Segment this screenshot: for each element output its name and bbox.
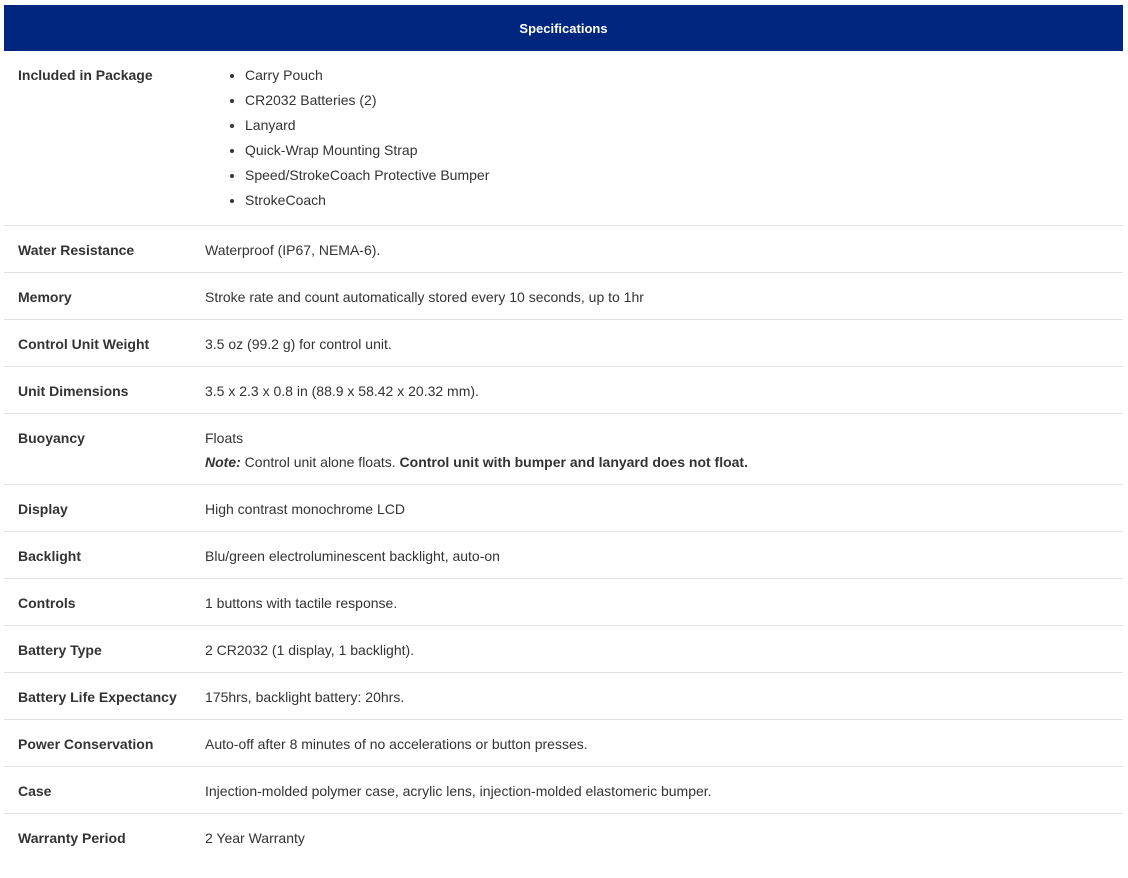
spec-value: Injection-molded polymer case, acrylic l… [205, 766, 1123, 814]
spec-label: Control Unit Weight [4, 319, 205, 367]
spec-label: Warranty Period [18, 830, 126, 846]
list-item: Carry Pouch [245, 63, 1109, 88]
note-text: Control unit alone floats. [240, 454, 400, 470]
spec-row-warranty-period: Warranty Period 2 Year Warranty [4, 814, 1123, 861]
spec-row-water-resistance: Water Resistance Waterproof (IP67, NEMA-… [4, 225, 1123, 273]
spec-row-power-conservation: Power Conservation Auto-off after 8 minu… [4, 719, 1123, 767]
spec-label: Memory [4, 272, 205, 320]
spec-label: Backlight [4, 531, 205, 579]
spec-label: Buoyancy [4, 413, 205, 485]
spec-label: Water Resistance [4, 225, 205, 273]
spec-value: Floats Note: Control unit alone floats. … [205, 413, 1123, 485]
spec-value: High contrast monochrome LCD [205, 484, 1123, 532]
package-items-list: Carry Pouch CR2032 Batteries (2) Lanyard… [205, 63, 1109, 213]
buoyancy-value: Floats [205, 430, 244, 446]
spec-value: 2 CR2032 (1 display, 1 backlight). [205, 625, 1123, 673]
spec-label: Display [4, 484, 205, 532]
spec-value: Blu/green electroluminescent backlight, … [205, 531, 1123, 579]
spec-value: Carry Pouch CR2032 Batteries (2) Lanyard… [205, 51, 1123, 226]
spec-row-included-in-package: Included in Package Carry Pouch CR2032 B… [4, 51, 1123, 226]
spec-value: Auto-off after 8 minutes of no accelerat… [205, 719, 1123, 767]
note-bold-text: Control unit with bumper and lanyard doe… [399, 454, 748, 470]
spec-value: 1 buttons with tactile response. [205, 578, 1123, 626]
spec-value: 175hrs, backlight battery: 20hrs. [205, 672, 1123, 720]
spec-value: 3.5 x 2.3 x 0.8 in (88.9 x 58.42 x 20.32… [205, 366, 1123, 414]
spec-label: Battery Type [4, 625, 205, 673]
spec-label: Power Conservation [4, 719, 205, 767]
spec-row-battery-type: Battery Type 2 CR2032 (1 display, 1 back… [4, 625, 1123, 673]
spec-label: Battery Life Expectancy [4, 672, 205, 720]
list-item: Quick-Wrap Mounting Strap [245, 138, 1109, 163]
spec-row-battery-life: Battery Life Expectancy 175hrs, backligh… [4, 672, 1123, 720]
spec-value: 2 Year Warranty [205, 830, 305, 846]
spec-row-buoyancy: Buoyancy Floats Note: Control unit alone… [4, 413, 1123, 485]
spec-label: Included in Package [4, 51, 205, 226]
spec-row-memory: Memory Stroke rate and count automatical… [4, 272, 1123, 320]
list-item: Lanyard [245, 113, 1109, 138]
spec-row-control-unit-weight: Control Unit Weight 3.5 oz (99.2 g) for … [4, 319, 1123, 367]
list-item: Speed/StrokeCoach Protective Bumper [245, 163, 1109, 188]
list-item: CR2032 Batteries (2) [245, 88, 1109, 113]
specifications-header: Specifications [4, 5, 1123, 51]
spec-label: Controls [4, 578, 205, 626]
spec-row-display: Display High contrast monochrome LCD [4, 484, 1123, 532]
spec-label: Case [4, 766, 205, 814]
spec-label: Unit Dimensions [4, 366, 205, 414]
spec-value: Stroke rate and count automatically stor… [205, 272, 1123, 320]
spec-value: 3.5 oz (99.2 g) for control unit. [205, 319, 1123, 367]
specifications-table: Specifications Included in Package Carry… [4, 5, 1123, 860]
spec-row-controls: Controls 1 buttons with tactile response… [4, 578, 1123, 626]
note-label: Note: [205, 454, 241, 470]
spec-value: Waterproof (IP67, NEMA-6). [205, 225, 1123, 273]
spec-row-case: Case Injection-molded polymer case, acry… [4, 766, 1123, 814]
spec-row-unit-dimensions: Unit Dimensions 3.5 x 2.3 x 0.8 in (88.9… [4, 366, 1123, 414]
list-item: StrokeCoach [245, 188, 1109, 213]
buoyancy-note: Note: Control unit alone floats. Control… [205, 450, 1109, 474]
specifications-title: Specifications [519, 20, 608, 36]
spec-row-backlight: Backlight Blu/green electroluminescent b… [4, 531, 1123, 579]
